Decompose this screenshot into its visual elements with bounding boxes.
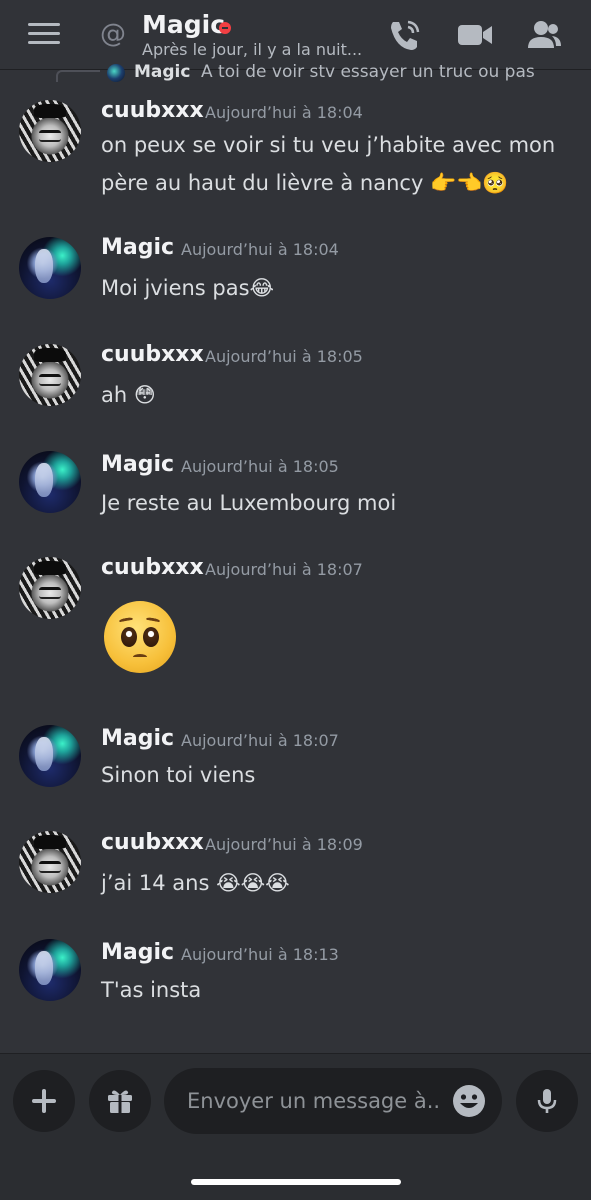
avatar[interactable] [19,237,81,299]
message[interactable]: Magic Aujourd’hui à 18:13 T'as insta [0,938,591,1018]
reply-author: Magic [134,62,191,82]
call-icon[interactable] [384,16,424,54]
menu-icon[interactable] [28,23,60,45]
avatar[interactable] [19,831,81,893]
avatar[interactable] [19,451,81,513]
message-text: ah 😳 [101,383,156,407]
voice-message-button[interactable] [516,1070,578,1132]
reply-avatar [107,64,125,82]
message-timestamp: Aujourd’hui à 18:04 [205,103,363,122]
add-attachment-button[interactable] [13,1070,75,1132]
message[interactable]: Magic Aujourd’hui à 18:04 Moi jviens pas… [0,233,591,313]
avatar[interactable] [19,557,81,619]
message[interactable]: Magic Aujourd’hui à 18:07 Sinon toi vien… [0,724,591,804]
message-timestamp: Aujourd’hui à 18:04 [181,240,339,259]
message-text: Moi jviens pas😂 [101,276,275,300]
message-timestamp: Aujourd’hui à 18:13 [181,945,339,964]
gift-icon [108,1090,132,1113]
message[interactable]: cuubxxx Aujourd’hui à 18:07 [0,553,591,683]
avatar[interactable] [19,344,81,406]
message-text: Je reste au Luxembourg moi [101,491,397,515]
message[interactable]: cuubxxx Aujourd’hui à 18:04 on peux se v… [0,96,591,206]
avatar[interactable] [19,100,81,162]
gift-button[interactable] [89,1070,151,1132]
message-author[interactable]: cuubxxx [101,555,204,580]
message-text: j’ai 14 ans 😭😭😭 [101,871,290,895]
microphone-icon [537,1089,557,1113]
chat-screen: @ Magic Après le jour, il y a la nuit... [0,0,591,1200]
message[interactable]: cuubxxx Aujourd’hui à 18:05 ah 😳 [0,340,591,420]
message-author[interactable]: Magic [101,452,174,477]
message-timestamp: Aujourd’hui à 18:05 [205,347,363,366]
message-timestamp: Aujourd’hui à 18:07 [181,731,339,750]
message-text: T'as insta [101,978,202,1002]
message-author[interactable]: cuubxxx [101,830,204,855]
channel-header: @ Magic Après le jour, il y a la nuit... [0,0,591,70]
message-text: Sinon toi viens [101,763,256,787]
message[interactable]: Magic Aujourd’hui à 18:05 Je reste au Lu… [0,450,591,530]
pleading-face-emoji-icon [104,601,176,673]
message-author[interactable]: Magic [101,726,174,751]
message-timestamp: Aujourd’hui à 18:07 [205,560,363,579]
members-icon[interactable] [524,16,564,54]
message-timestamp: Aujourd’hui à 18:05 [181,457,339,476]
message-author[interactable]: Magic [101,235,174,260]
avatar[interactable] [19,939,81,1001]
message-author[interactable]: cuubxxx [101,342,204,367]
at-icon: @ [100,19,126,49]
reply-connector [56,70,100,82]
avatar[interactable] [19,725,81,787]
reply-text: A toi de voir stv essayer un truc ou pas [201,62,535,82]
message-author[interactable]: Magic [101,940,174,965]
message-author[interactable]: cuubxxx [101,98,204,123]
emoji-picker-icon[interactable] [451,1083,487,1119]
video-icon[interactable] [455,16,495,54]
channel-status-text[interactable]: Après le jour, il y a la nuit... [142,40,367,59]
message-timestamp: Aujourd’hui à 18:09 [205,835,363,854]
message[interactable]: cuubxxx Aujourd’hui à 18:09 j’ai 14 ans … [0,828,591,908]
home-indicator[interactable] [191,1179,401,1185]
message-text: on peux se voir si tu veu j’habite avec … [101,133,556,195]
dnd-status-icon [219,22,231,34]
plus-icon [32,1089,56,1113]
reply-reference[interactable]: Magic A toi de voir stv essayer un truc … [50,62,591,82]
channel-name[interactable]: Magic [142,10,225,39]
